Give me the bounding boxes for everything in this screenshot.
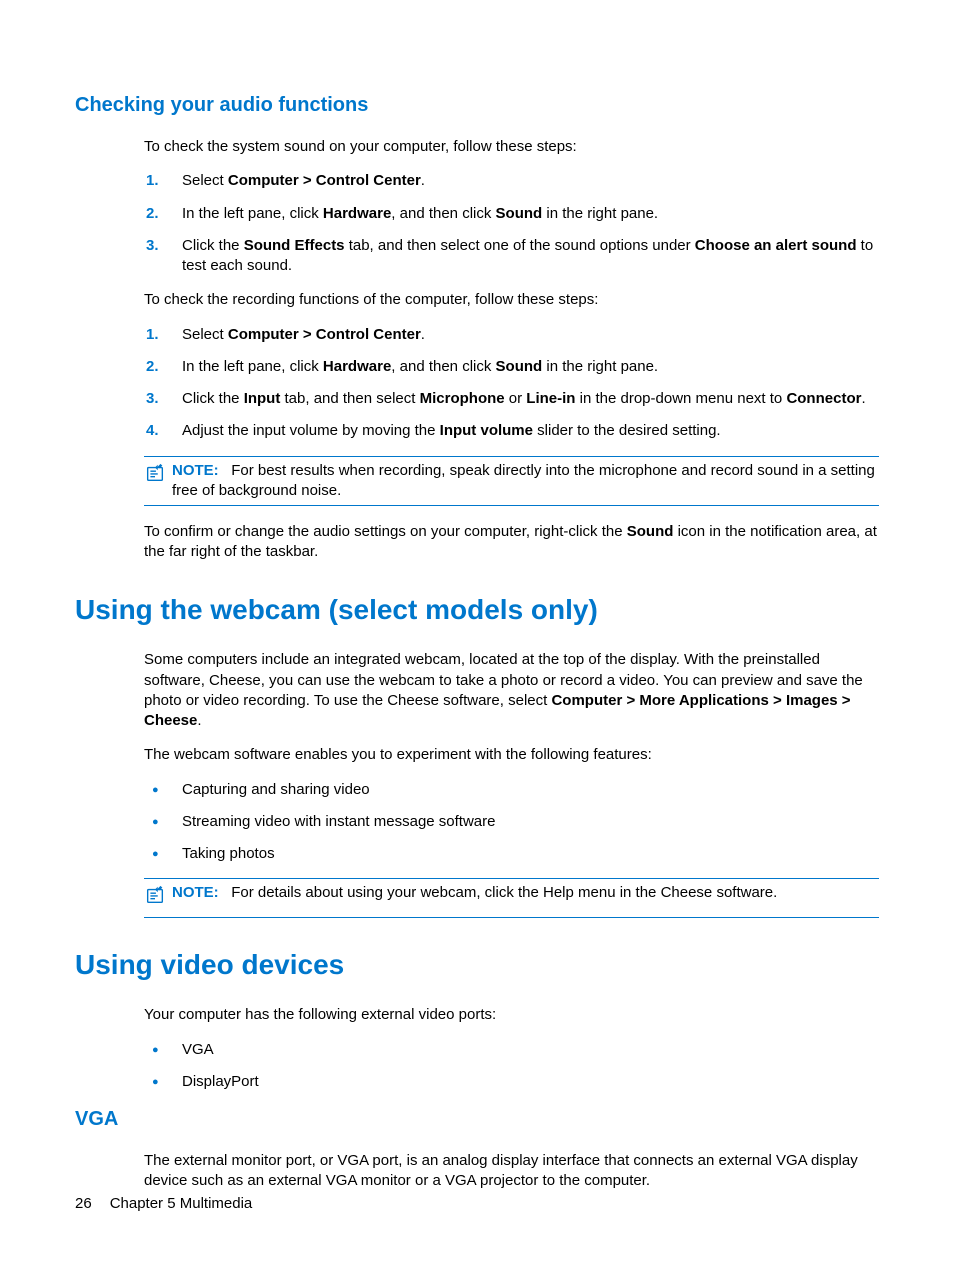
list-item: ●Streaming video with instant message so…: [144, 812, 879, 832]
steps-list-recording: 1. Select Computer > Control Center. 2. …: [144, 325, 879, 442]
list-item: 1. Select Computer > Control Center.: [144, 325, 879, 345]
list-text: Click the Input tab, and then select Mic…: [182, 389, 879, 409]
paragraph: Your computer has the following external…: [144, 1005, 879, 1025]
list-text: Select Computer > Control Center.: [182, 325, 879, 345]
list-item: 2. In the left pane, click Hardware, and…: [144, 204, 879, 224]
bullet-icon: ●: [144, 1040, 182, 1060]
list-text: Streaming video with instant message sof…: [182, 812, 879, 832]
bullet-list-webcam: ●Capturing and sharing video ●Streaming …: [144, 780, 879, 865]
bullet-list-video: ●VGA ●DisplayPort: [144, 1040, 879, 1093]
list-number: 1.: [144, 171, 182, 191]
list-item: ●VGA: [144, 1040, 879, 1060]
paragraph: The external monitor port, or VGA port, …: [144, 1151, 879, 1192]
list-item: 3. Click the Input tab, and then select …: [144, 389, 879, 409]
paragraph: The webcam software enables you to exper…: [144, 745, 879, 765]
bullet-icon: ●: [144, 780, 182, 800]
list-number: 3.: [144, 389, 182, 409]
paragraph: Some computers include an integrated web…: [144, 650, 879, 731]
list-item: 4. Adjust the input volume by moving the…: [144, 421, 879, 441]
list-text: Select Computer > Control Center.: [182, 171, 879, 191]
list-number: 2.: [144, 357, 182, 377]
list-text: Capturing and sharing video: [182, 780, 879, 800]
list-number: 3.: [144, 236, 182, 277]
heading-using-webcam: Using the webcam (select models only): [75, 591, 879, 629]
list-number: 2.: [144, 204, 182, 224]
list-text: VGA: [182, 1040, 879, 1060]
note-icon: [144, 884, 168, 912]
note-text: NOTE: For details about using your webca…: [172, 883, 879, 903]
intro-text: To check the system sound on your comput…: [144, 137, 879, 157]
intro-text: To check the recording functions of the …: [144, 290, 879, 310]
list-item: ●Capturing and sharing video: [144, 780, 879, 800]
list-text: Adjust the input volume by moving the In…: [182, 421, 879, 441]
heading-using-video-devices: Using video devices: [75, 946, 879, 984]
note-callout: NOTE: For details about using your webca…: [144, 878, 879, 917]
page-number: 26: [75, 1195, 92, 1212]
list-number: 4.: [144, 421, 182, 441]
list-item: 1. Select Computer > Control Center.: [144, 171, 879, 191]
page-footer: 26 Chapter 5 Multimedia: [75, 1194, 252, 1214]
heading-vga: VGA: [75, 1106, 879, 1133]
steps-list-sound: 1. Select Computer > Control Center. 2. …: [144, 171, 879, 276]
bullet-icon: ●: [144, 844, 182, 864]
list-item: ●DisplayPort: [144, 1072, 879, 1092]
note-text: NOTE: For best results when recording, s…: [172, 461, 879, 502]
heading-checking-audio: Checking your audio functions: [75, 92, 879, 119]
bullet-icon: ●: [144, 1072, 182, 1092]
bullet-icon: ●: [144, 812, 182, 832]
list-text: DisplayPort: [182, 1072, 879, 1092]
chapter-label: Chapter 5 Multimedia: [110, 1195, 253, 1212]
paragraph: To confirm or change the audio settings …: [144, 522, 879, 563]
list-text: Taking photos: [182, 844, 879, 864]
note-icon: [144, 462, 168, 490]
list-text: In the left pane, click Hardware, and th…: [182, 357, 879, 377]
list-item: ●Taking photos: [144, 844, 879, 864]
note-callout: NOTE: For best results when recording, s…: [144, 456, 879, 507]
list-item: 3. Click the Sound Effects tab, and then…: [144, 236, 879, 277]
list-number: 1.: [144, 325, 182, 345]
list-text: In the left pane, click Hardware, and th…: [182, 204, 879, 224]
list-item: 2. In the left pane, click Hardware, and…: [144, 357, 879, 377]
list-text: Click the Sound Effects tab, and then se…: [182, 236, 879, 277]
